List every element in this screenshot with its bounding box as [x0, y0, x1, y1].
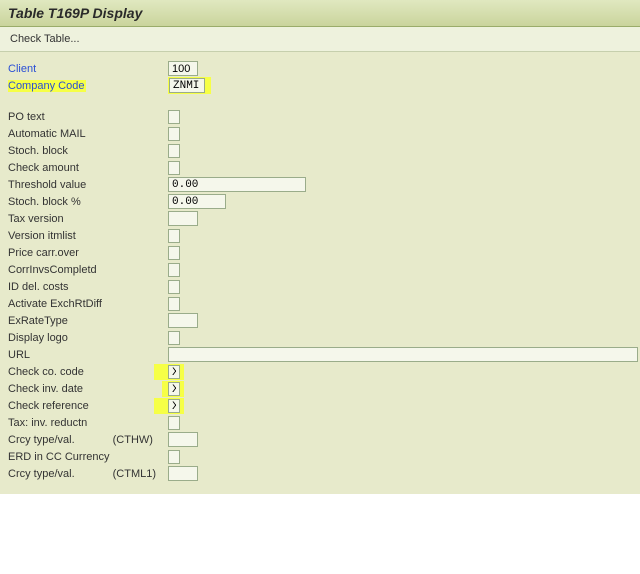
tax-version-label: Tax version	[8, 213, 168, 225]
po-text-label: PO text	[8, 111, 168, 123]
display-logo-check[interactable]	[168, 331, 180, 345]
erd-cc-check[interactable]	[168, 450, 180, 464]
id-del-costs-label: ID del. costs	[8, 281, 168, 293]
check-inv-date-label: Check inv. date	[8, 383, 168, 395]
check-table-link[interactable]: Check Table...	[10, 33, 80, 45]
price-carr-over-label: Price carr.over	[8, 247, 168, 259]
stoch-block-check[interactable]	[168, 144, 180, 158]
check-inv-date-input[interactable]	[168, 382, 180, 396]
crcy-type2-input[interactable]	[168, 466, 198, 481]
crcy-type1-input[interactable]	[168, 432, 198, 447]
threshold-label: Threshold value	[8, 179, 168, 191]
exratetype-label: ExRateType	[8, 315, 168, 327]
stoch-block-pct-input[interactable]	[168, 194, 226, 209]
check-amount-check[interactable]	[168, 161, 180, 175]
crcy-type1-label: Crcy type/val. (CTHW)	[8, 434, 168, 446]
company-code-label[interactable]: Company Code	[8, 80, 168, 92]
check-reference-label: Check reference	[8, 400, 168, 412]
stoch-block-label: Stoch. block	[8, 145, 168, 157]
url-input[interactable]	[168, 347, 638, 362]
corrinvs-check[interactable]	[168, 263, 180, 277]
activate-exch-label: Activate ExchRtDiff	[8, 298, 168, 310]
stoch-block-pct-label: Stoch. block %	[8, 196, 168, 208]
check-amount-label: Check amount	[8, 162, 168, 174]
url-label: URL	[8, 349, 168, 361]
client-label[interactable]: Client	[8, 63, 168, 75]
tax-inv-reductn-label: Tax: inv. reductn	[8, 417, 168, 429]
window-titlebar: Table T169P Display	[0, 0, 640, 27]
check-co-code-label: Check co. code	[8, 366, 168, 378]
threshold-input[interactable]	[168, 177, 306, 192]
id-del-costs-check[interactable]	[168, 280, 180, 294]
version-itmlist-label: Version itmlist	[8, 230, 168, 242]
price-carr-over-check[interactable]	[168, 246, 180, 260]
version-itmlist-check[interactable]	[168, 229, 180, 243]
tax-version-input[interactable]	[168, 211, 198, 226]
corrinvs-label: CorrInvsCompletd	[8, 264, 168, 276]
automatic-mail-check[interactable]	[168, 127, 180, 141]
company-code-input[interactable]	[169, 78, 205, 93]
content-area: Client Company Code PO text Automatic MA…	[0, 52, 640, 494]
client-input[interactable]	[168, 61, 198, 76]
crcy-type2-label: Crcy type/val. (CTML1)	[8, 468, 168, 480]
activate-exch-check[interactable]	[168, 297, 180, 311]
check-reference-input[interactable]	[168, 399, 180, 413]
tax-inv-reductn-check[interactable]	[168, 416, 180, 430]
display-logo-label: Display logo	[8, 332, 168, 344]
erd-cc-label: ERD in CC Currency	[8, 451, 168, 463]
check-co-code-input[interactable]	[168, 365, 180, 379]
toolbar: Check Table...	[0, 27, 640, 52]
window-title: Table T169P Display	[8, 5, 142, 21]
automatic-mail-label: Automatic MAIL	[8, 128, 168, 140]
exratetype-input[interactable]	[168, 313, 198, 328]
po-text-check[interactable]	[168, 110, 180, 124]
